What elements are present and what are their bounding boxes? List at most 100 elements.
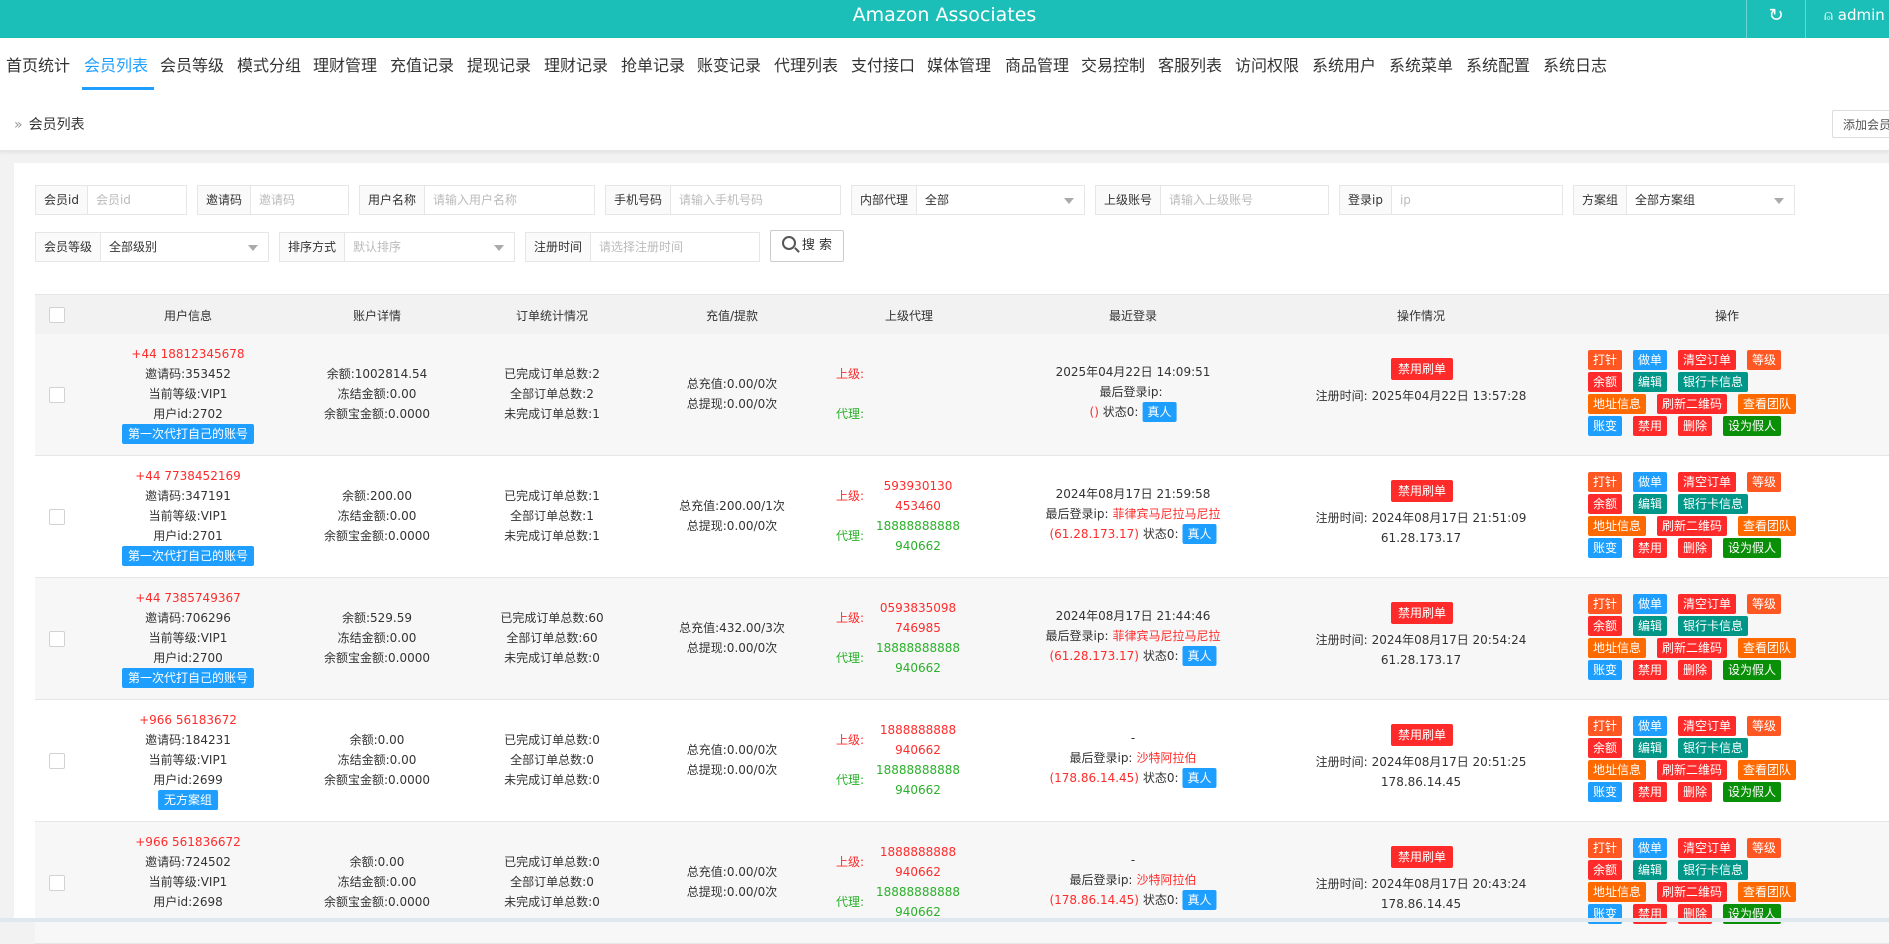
nav-item[interactable]: 首页统计 — [6, 52, 70, 76]
delete-button[interactable]: 删除 — [1678, 660, 1713, 680]
nav-item[interactable]: 会员等级 — [160, 52, 224, 76]
account-change-button[interactable]: 账变 — [1588, 416, 1623, 436]
disable-button[interactable]: 禁用 — [1633, 782, 1668, 802]
level-button[interactable]: 等级 — [1747, 594, 1782, 614]
nav-item[interactable]: 媒体管理 — [927, 52, 991, 76]
member-level-select[interactable]: 全部级别 — [101, 233, 268, 261]
account-change-button[interactable]: 账变 — [1588, 782, 1623, 802]
nav-item[interactable]: 充值记录 — [390, 52, 454, 76]
level-button[interactable]: 等级 — [1747, 472, 1782, 492]
edit-button[interactable]: 编辑 — [1633, 494, 1668, 514]
set-fake-button[interactable]: 设为假人 — [1723, 660, 1782, 680]
set-fake-button[interactable]: 设为假人 — [1723, 538, 1782, 558]
edit-button[interactable]: 编辑 — [1633, 738, 1668, 758]
nav-item[interactable]: 理财记录 — [544, 52, 608, 76]
make-order-button[interactable]: 做单 — [1633, 716, 1668, 736]
view-team-button[interactable]: 查看团队 — [1738, 394, 1797, 414]
clear-orders-button[interactable]: 清空订单 — [1678, 838, 1737, 858]
nav-item[interactable]: 系统配置 — [1466, 52, 1530, 76]
inject-button[interactable]: 打针 — [1588, 594, 1623, 614]
disable-button[interactable]: 禁用 — [1633, 416, 1668, 436]
bank-card-button[interactable]: 银行卡信息 — [1678, 494, 1749, 514]
delete-button[interactable]: 删除 — [1678, 782, 1713, 802]
balance-button[interactable]: 余额 — [1588, 494, 1623, 514]
login-ip-input[interactable] — [1391, 186, 1562, 214]
inject-button[interactable]: 打针 — [1588, 838, 1623, 858]
bank-card-button[interactable]: 银行卡信息 — [1678, 738, 1749, 758]
username-input[interactable] — [425, 186, 594, 214]
disable-button[interactable]: 禁用 — [1633, 538, 1668, 558]
row-checkbox[interactable] — [49, 631, 65, 647]
ban-order-button[interactable]: 禁用刷单 — [1390, 358, 1454, 380]
sort-select[interactable]: 默认排序 — [345, 233, 514, 261]
bank-card-button[interactable]: 银行卡信息 — [1678, 372, 1749, 392]
make-order-button[interactable]: 做单 — [1633, 350, 1668, 370]
inject-button[interactable]: 打针 — [1588, 716, 1623, 736]
clear-orders-button[interactable]: 清空订单 — [1678, 472, 1737, 492]
edit-button[interactable]: 编辑 — [1633, 372, 1668, 392]
nav-item[interactable]: 提现记录 — [467, 52, 531, 76]
address-button[interactable]: 地址信息 — [1588, 882, 1647, 902]
balance-button[interactable]: 余额 — [1588, 372, 1623, 392]
nav-item[interactable]: 访问权限 — [1235, 52, 1299, 76]
member-id-input[interactable] — [87, 186, 186, 214]
parent-account-input[interactable] — [1161, 186, 1328, 214]
register-time-input[interactable] — [591, 233, 759, 261]
row-checkbox[interactable] — [49, 875, 65, 891]
account-change-button[interactable]: 账变 — [1588, 660, 1623, 680]
account-change-button[interactable]: 账变 — [1588, 538, 1623, 558]
view-team-button[interactable]: 查看团队 — [1738, 882, 1797, 902]
row-checkbox[interactable] — [49, 753, 65, 769]
delete-button[interactable]: 删除 — [1678, 538, 1713, 558]
ban-order-button[interactable]: 禁用刷单 — [1390, 480, 1454, 502]
level-button[interactable]: 等级 — [1747, 716, 1782, 736]
view-team-button[interactable]: 查看团队 — [1738, 516, 1797, 536]
refresh-icon[interactable]: ↻ — [1746, 0, 1805, 38]
ban-order-button[interactable]: 禁用刷单 — [1390, 602, 1454, 624]
nav-item[interactable]: 账变记录 — [697, 52, 761, 76]
address-button[interactable]: 地址信息 — [1588, 394, 1647, 414]
refresh-qr-button[interactable]: 刷新二维码 — [1657, 638, 1728, 658]
nav-item[interactable]: 交易控制 — [1081, 52, 1145, 76]
make-order-button[interactable]: 做单 — [1633, 594, 1668, 614]
edit-button[interactable]: 编辑 — [1633, 860, 1668, 880]
inject-button[interactable]: 打针 — [1588, 350, 1623, 370]
refresh-qr-button[interactable]: 刷新二维码 — [1657, 760, 1728, 780]
nav-item[interactable]: 支付接口 — [851, 52, 915, 76]
make-order-button[interactable]: 做单 — [1633, 472, 1668, 492]
refresh-qr-button[interactable]: 刷新二维码 — [1657, 882, 1728, 902]
nav-item[interactable]: 模式分组 — [237, 52, 301, 76]
invite-code-input[interactable] — [251, 186, 348, 214]
nav-item[interactable]: 理财管理 — [313, 52, 377, 76]
balance-button[interactable]: 余额 — [1588, 860, 1623, 880]
balance-button[interactable]: 余额 — [1588, 616, 1623, 636]
set-fake-button[interactable]: 设为假人 — [1723, 416, 1782, 436]
nav-item[interactable]: 系统菜单 — [1389, 52, 1453, 76]
inject-button[interactable]: 打针 — [1588, 472, 1623, 492]
row-checkbox[interactable] — [49, 387, 65, 403]
disable-button[interactable]: 禁用 — [1633, 660, 1668, 680]
internal-agent-select[interactable]: 全部 — [917, 186, 1084, 214]
ban-order-button[interactable]: 禁用刷单 — [1390, 724, 1454, 746]
nav-item[interactable]: 系统日志 — [1543, 52, 1607, 76]
nav-item[interactable]: 系统用户 — [1312, 52, 1376, 76]
make-order-button[interactable]: 做单 — [1633, 838, 1668, 858]
nav-item[interactable]: 代理列表 — [774, 52, 838, 76]
set-fake-button[interactable]: 设为假人 — [1723, 782, 1782, 802]
phone-input[interactable] — [671, 186, 840, 214]
balance-button[interactable]: 余额 — [1588, 738, 1623, 758]
user-menu[interactable]: ⍝ admin — [1805, 0, 1889, 38]
plan-group-select[interactable]: 全部方案组 — [1627, 186, 1794, 214]
select-all-checkbox[interactable] — [49, 307, 65, 323]
refresh-qr-button[interactable]: 刷新二维码 — [1657, 516, 1728, 536]
clear-orders-button[interactable]: 清空订单 — [1678, 716, 1737, 736]
refresh-qr-button[interactable]: 刷新二维码 — [1657, 394, 1728, 414]
clear-orders-button[interactable]: 清空订单 — [1678, 594, 1737, 614]
nav-item[interactable]: 商品管理 — [1005, 52, 1069, 76]
address-button[interactable]: 地址信息 — [1588, 760, 1647, 780]
nav-item[interactable]: 会员列表 — [84, 52, 148, 76]
nav-item[interactable]: 抢单记录 — [621, 52, 685, 76]
view-team-button[interactable]: 查看团队 — [1738, 760, 1797, 780]
nav-item[interactable]: 客服列表 — [1158, 52, 1222, 76]
address-button[interactable]: 地址信息 — [1588, 638, 1647, 658]
